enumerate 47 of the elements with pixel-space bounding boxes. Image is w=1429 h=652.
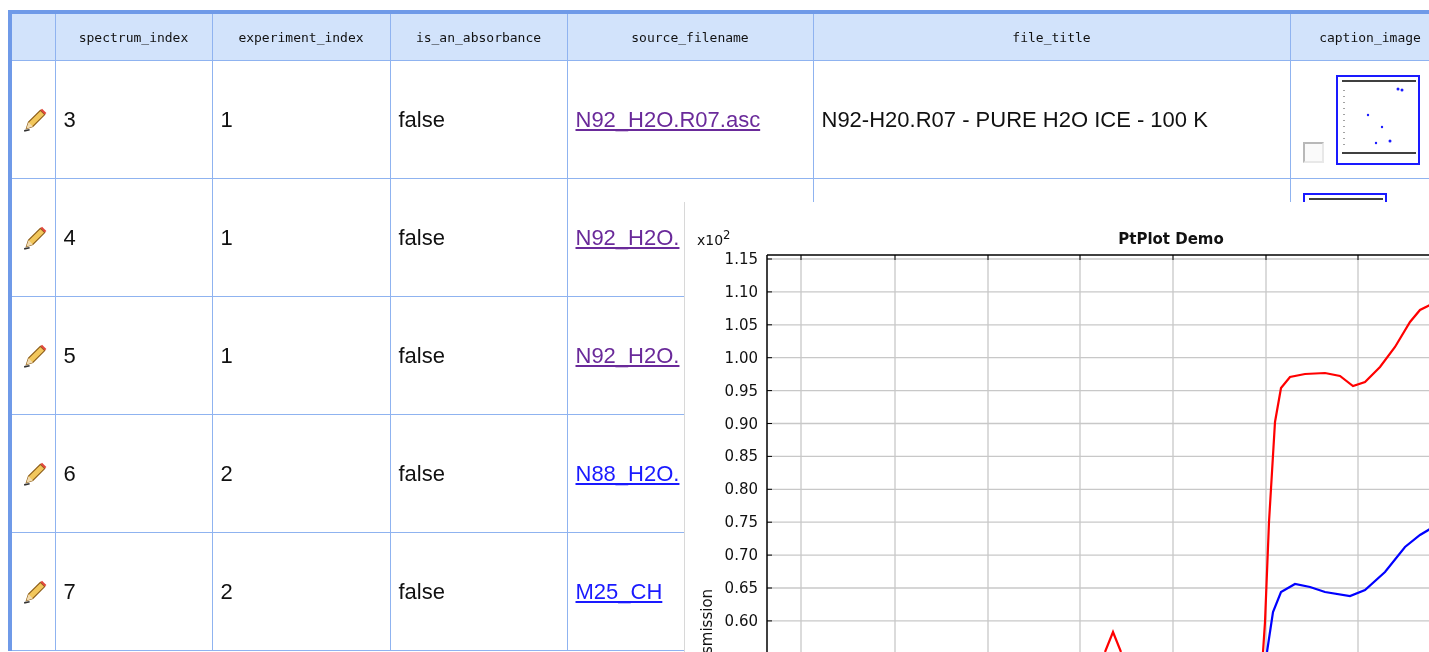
tick-label: 0.80 [724,480,758,499]
pencil-icon[interactable] [22,342,48,369]
table-cell: 5 [63,342,76,368]
column-header: is_an_absorbance [415,29,542,45]
table-cell: 1 [220,106,233,132]
checkbox[interactable] [1302,141,1324,163]
tick-label: 0.85 [724,447,758,466]
scale-label: x10$^{2}$ [697,228,731,248]
table-cell: 1 [220,342,233,368]
column-header: file_title [1012,29,1091,45]
file-link[interactable]: N92_H2O.R07.asc [575,106,761,132]
file-link[interactable]: N92_H2O. [575,342,680,368]
table-cell: 1 [220,224,233,250]
column-header: experiment_index [238,29,364,45]
table-cell: N92-H20.R07 - PURE H2O ICE - 100 K [821,106,1208,132]
tick-label: 1.10 [724,282,758,301]
tick-label: 0.65 [724,579,758,597]
column-header: spectrum_index [78,29,189,45]
column-header: source_filename [631,29,749,45]
table-cell: 6 [63,460,76,486]
table-cell: 2 [220,460,233,486]
file-link[interactable]: N92_H2O. [575,224,680,250]
file-link[interactable]: N88_H2O. [575,460,680,486]
table-cell: 4 [63,224,76,250]
pencil-icon[interactable] [22,460,48,487]
tick-label: 0.70 [724,546,758,565]
table-cell: false [398,578,445,604]
table-cell: 7 [63,578,76,604]
table-cell: 2 [220,578,233,604]
pencil-icon[interactable] [22,224,48,251]
column-header: caption_image [1319,29,1421,45]
table-cell: false [398,106,445,132]
pencil-icon[interactable] [22,106,48,133]
plot-title: PtPlot Demo [1118,230,1224,248]
tick-label: 1.15 [724,250,758,268]
table-cell: false [398,460,445,486]
tick-label: 0.75 [724,513,758,532]
tick-label: 1.00 [724,348,758,367]
table-cell: 3 [63,106,76,132]
tick-label: 0.95 [724,381,758,400]
table-cell: false [398,342,445,368]
tick-label: 0.60 [724,611,758,630]
table-cell: false [398,224,445,250]
tick-label: 0.90 [724,414,758,433]
pencil-icon[interactable] [22,578,48,605]
tick-label: 1.05 [724,315,758,334]
file-link[interactable]: M25_CH [575,578,663,604]
